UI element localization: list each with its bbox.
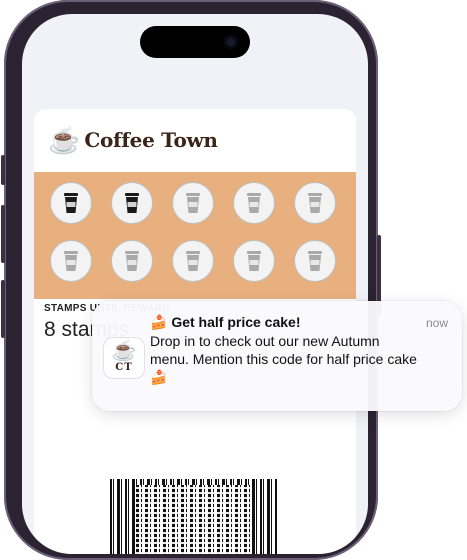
brand-header: ☕ Coffee Town bbox=[48, 127, 218, 153]
coffee-cup-icon bbox=[64, 193, 78, 213]
camera-lens bbox=[224, 35, 238, 49]
app-icon-initials: CT bbox=[115, 362, 133, 373]
coffee-cup-icon: ☕ bbox=[111, 340, 137, 362]
brand-name: Coffee Town bbox=[84, 128, 218, 152]
stamp-empty bbox=[233, 240, 275, 282]
dynamic-island bbox=[140, 26, 250, 58]
coffee-cup-icon bbox=[308, 193, 322, 213]
coffee-cup-icon bbox=[247, 251, 261, 271]
stamp-empty bbox=[233, 182, 275, 224]
coffee-cup-icon bbox=[247, 193, 261, 213]
volume-down-button bbox=[1, 280, 5, 338]
coffee-cup-icon bbox=[186, 251, 200, 271]
stamp-strip bbox=[34, 172, 356, 299]
app-icon: ☕ CT bbox=[104, 338, 144, 378]
coffee-cup-icon bbox=[125, 193, 139, 213]
stamp-empty bbox=[294, 182, 336, 224]
stamp-filled bbox=[50, 182, 92, 224]
stamp-empty bbox=[111, 240, 153, 282]
volume-up-button bbox=[1, 205, 5, 263]
barcode bbox=[110, 479, 278, 554]
notification-body: Drop in to check out our new Autumn menu… bbox=[150, 333, 417, 385]
coffee-cup-icon bbox=[125, 251, 139, 271]
barcode-pattern bbox=[136, 485, 252, 554]
stamp-empty bbox=[294, 240, 336, 282]
notification-title: 🍰 Get half price cake! bbox=[150, 314, 301, 330]
phone-screen: ☕ Coffee Town STAMPS UNTIL REWARD 8 stam… bbox=[22, 14, 368, 554]
coffee-cup-icon bbox=[308, 251, 322, 271]
stamp-empty bbox=[50, 240, 92, 282]
action-button bbox=[1, 155, 5, 185]
stamp-empty bbox=[172, 182, 214, 224]
phone-frame: ☕ Coffee Town STAMPS UNTIL REWARD 8 stam… bbox=[1, 0, 381, 560]
push-notification[interactable]: ☕ CT 🍰 Get half price cake! now Drop in … bbox=[92, 301, 462, 411]
coffee-cup-icon bbox=[186, 193, 200, 213]
coffee-cup-icon bbox=[64, 251, 78, 271]
notification-time: now bbox=[425, 316, 448, 330]
coffee-cup-icon: ☕ bbox=[48, 125, 81, 155]
stamp-filled bbox=[111, 182, 153, 224]
stamp-empty bbox=[172, 240, 214, 282]
